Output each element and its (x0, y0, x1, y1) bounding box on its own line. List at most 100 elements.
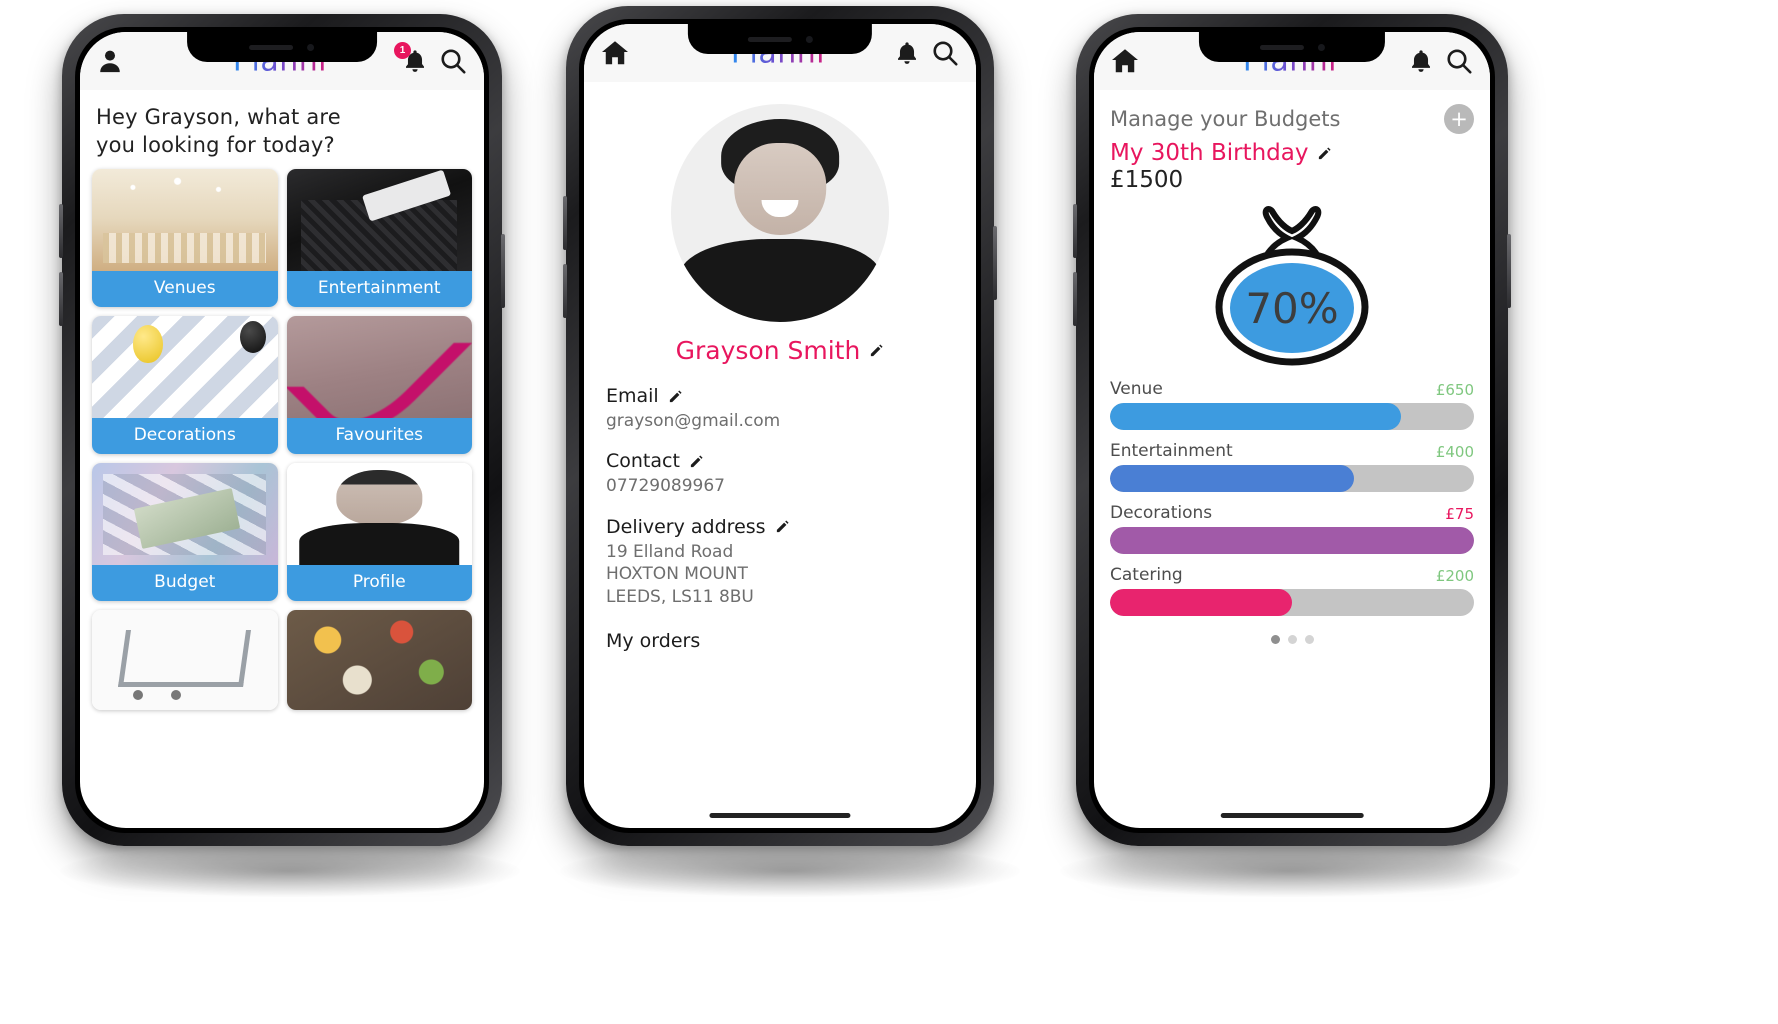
tile-shopping[interactable] (92, 610, 278, 711)
progress-track (1110, 465, 1474, 492)
home-icon[interactable] (600, 38, 630, 68)
phone2-notch (687, 24, 873, 54)
tile-entertainment[interactable]: Entertainment (286, 169, 472, 308)
row-header: Catering £200 (1110, 565, 1474, 585)
field-label: Email (606, 385, 659, 407)
page-indicator-dots (1094, 627, 1490, 644)
money-bag-icon: 70% (1215, 206, 1369, 366)
field-value: 07729089967 (606, 476, 725, 497)
tile-label: Profile (286, 565, 472, 602)
tile-label: Entertainment (286, 271, 472, 308)
row-header: Decorations £75 (1110, 503, 1474, 523)
phone-2: Plannr (563, 6, 997, 846)
tile-decorations[interactable]: Decorations (92, 316, 278, 455)
profile-name-row: Grayson Smith (584, 328, 976, 369)
phone-1: Plannr 1 (59, 14, 505, 846)
edit-pencil-icon[interactable] (775, 519, 790, 534)
my-orders-link[interactable]: My orders (584, 626, 976, 656)
row-amount: £650 (1435, 381, 1474, 399)
mockup-stage: Plannr 1 (0, 0, 1778, 1024)
field-email: Email grayson@gmail.com (606, 385, 954, 432)
row-amount: £400 (1435, 443, 1474, 461)
person-icon[interactable] (96, 47, 124, 75)
avatar-container (584, 82, 976, 328)
edit-pencil-icon[interactable] (689, 454, 704, 469)
phone1-volume-down[interactable] (59, 272, 63, 326)
profile-photo (286, 463, 472, 566)
phone1-screen: Plannr 1 (80, 32, 484, 828)
add-budget-button[interactable]: + (1444, 104, 1474, 134)
budget-total: £1500 (1110, 167, 1184, 193)
profile-fields: Email grayson@gmail.com Contact 07729089… (584, 369, 976, 608)
search-icon[interactable] (1444, 46, 1474, 76)
tile-budget[interactable]: Budget (92, 463, 278, 602)
edit-pencil-icon[interactable] (668, 389, 683, 404)
bell-icon[interactable] (894, 40, 920, 66)
home-indicator[interactable] (1220, 813, 1364, 818)
page-dot[interactable] (1270, 635, 1280, 644)
phone3-shadow (1060, 845, 1520, 897)
progress-fill (1110, 589, 1292, 616)
row-name: Venue (1110, 379, 1163, 399)
edit-pencil-icon[interactable] (1317, 146, 1332, 161)
row-amount: £75 (1445, 505, 1474, 523)
search-icon[interactable] (930, 38, 960, 68)
progress-fill (1110, 465, 1354, 492)
row-header: Entertainment £400 (1110, 441, 1474, 461)
tile-label: Decorations (92, 418, 278, 455)
edit-pencil-icon[interactable] (869, 343, 884, 358)
tile-label: Budget (92, 565, 278, 602)
front-camera (1317, 43, 1325, 51)
phone3-notch (1198, 32, 1386, 62)
phone3-screen: Plannr (1094, 32, 1490, 828)
bell-icon[interactable] (1408, 48, 1434, 74)
tile-profile[interactable]: Profile (286, 463, 472, 602)
front-camera (805, 35, 813, 43)
greeting-text: Hey Grayson, what are you looking for to… (80, 90, 484, 169)
page-dot[interactable] (1304, 635, 1314, 644)
phone2-volume-down[interactable] (563, 264, 567, 318)
profile-name: Grayson Smith (675, 336, 861, 365)
tile-venues[interactable]: Venues (92, 169, 278, 308)
tile-catering[interactable] (286, 610, 472, 711)
budget-row-entertainment[interactable]: Entertainment £400 (1110, 441, 1474, 492)
greeting-line-2: you looking for today? (96, 132, 335, 157)
phone1-notch (187, 32, 377, 62)
phone1-power[interactable] (501, 234, 505, 308)
budget-row-decorations[interactable]: Decorations £75 (1110, 503, 1474, 554)
venue-photo (92, 169, 278, 272)
field-label-row: Delivery address (606, 516, 954, 538)
phone2-volume-up[interactable] (563, 196, 567, 250)
event-name: My 30th Birthday (1110, 140, 1309, 166)
field-value: 19 Elland Road HOXTON MOUNT LEEDS, LS11 … (606, 541, 754, 607)
bell-icon[interactable]: 1 (394, 42, 428, 74)
phone1-volume-up[interactable] (59, 204, 63, 258)
budget-bag-graphic: 70% (1094, 193, 1490, 379)
notification-badge: 1 (394, 42, 411, 59)
field-label-row: Email (606, 385, 954, 407)
home-icon[interactable] (1110, 46, 1140, 76)
phone3-volume-up[interactable] (1073, 204, 1077, 258)
phone3-power[interactable] (1507, 234, 1511, 308)
greeting-line-1: Hey Grayson, what are (96, 105, 341, 129)
field-contact: Contact 07729089967 (606, 450, 954, 497)
row-amount: £200 (1435, 567, 1474, 585)
progress-track (1110, 527, 1474, 554)
budget-rows: Venue £650 Entertainment £400 Decoration… (1094, 379, 1490, 616)
favourites-photo (286, 316, 472, 419)
budget-row-venue[interactable]: Venue £650 (1110, 379, 1474, 430)
food-photo (286, 610, 472, 711)
row-name: Decorations (1110, 503, 1213, 523)
page-dot[interactable] (1287, 635, 1297, 644)
search-icon[interactable] (438, 46, 468, 76)
avatar-face (734, 143, 826, 235)
phone3-volume-down[interactable] (1073, 272, 1077, 326)
phone1-shadow (60, 845, 520, 897)
speaker-grille (249, 44, 294, 50)
phone2-power[interactable] (993, 226, 997, 300)
tile-favourites[interactable]: Favourites (286, 316, 472, 455)
budget-row-catering[interactable]: Catering £200 (1110, 565, 1474, 616)
home-indicator[interactable] (709, 813, 851, 818)
budgets-header: Manage your Budgets + (1094, 90, 1490, 136)
bag-percent-label: 70% (1245, 284, 1338, 333)
